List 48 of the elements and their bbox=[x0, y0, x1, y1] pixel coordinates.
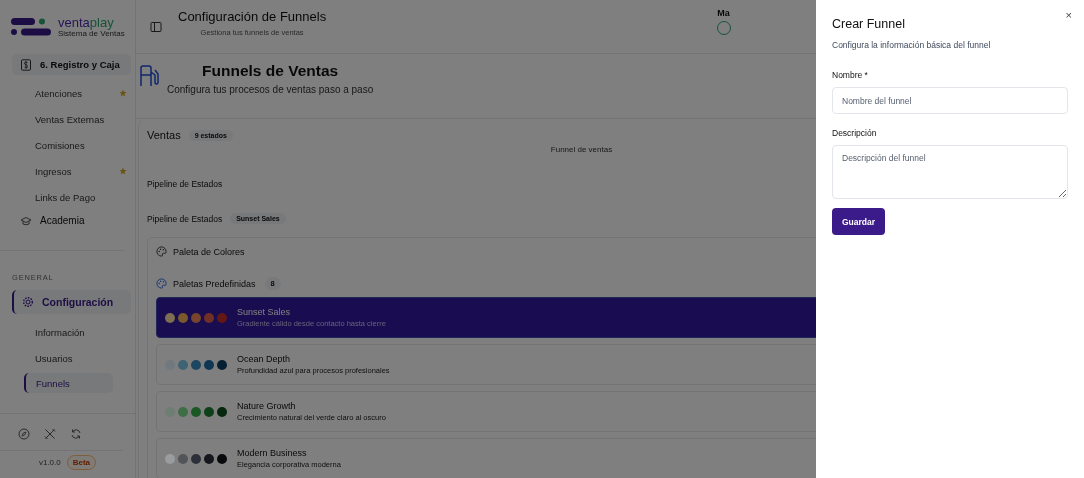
save-button[interactable]: Guardar bbox=[832, 208, 886, 235]
brand-tagline: Sistema de Ventas bbox=[58, 30, 125, 38]
panel-title: Paleta de Colores bbox=[173, 246, 245, 257]
version-label: v1.0.0 bbox=[38, 458, 61, 467]
page-title: Funnels de Ventas bbox=[202, 62, 339, 80]
settings-icon bbox=[22, 296, 34, 308]
nav-subitem[interactable]: Información bbox=[12, 319, 131, 345]
field-label: Descripción bbox=[832, 128, 877, 138]
refresh-icon[interactable] bbox=[70, 428, 82, 440]
nav-item[interactable]: Configuración bbox=[12, 290, 131, 314]
fuel-pump-icon bbox=[139, 65, 159, 87]
nav-subitem[interactable]: Comisiones bbox=[12, 132, 131, 158]
nav-subitem[interactable]: Links de Pago bbox=[12, 184, 131, 210]
user-name: Ma bbox=[717, 8, 731, 18]
palette-name: Nature Growth bbox=[237, 401, 297, 411]
drawer-title: Crear Funnel bbox=[832, 17, 905, 31]
palette-icon bbox=[156, 246, 167, 257]
graduation-cap-icon bbox=[20, 214, 32, 227]
nav-subitem[interactable]: Ventas Externas bbox=[12, 106, 131, 132]
tools-icon[interactable] bbox=[44, 428, 56, 440]
nav-subitem[interactable]: Atenciones bbox=[12, 80, 131, 106]
palette-icon bbox=[156, 278, 167, 289]
palette-name: Ocean Depth bbox=[237, 354, 292, 364]
pipeline-label: Pipeline de Estados bbox=[147, 179, 224, 189]
funnel-caption: Funnel de ventas bbox=[549, 145, 614, 154]
nav-subitem[interactable]: Usuarios bbox=[12, 345, 131, 371]
page-subtitle: Configura tus procesos de ventas paso a paso bbox=[167, 84, 374, 95]
compass-icon[interactable] bbox=[18, 428, 30, 440]
receipt-icon bbox=[20, 58, 32, 71]
brand-logo-icon bbox=[11, 16, 51, 38]
drawer-subtitle: Configura la información básica del funnel bbox=[832, 40, 991, 50]
nav-subitem[interactable]: Funnels bbox=[24, 373, 113, 393]
close-button[interactable]: × bbox=[1063, 9, 1074, 21]
nav-item[interactable]: Academia bbox=[12, 210, 131, 231]
name-field[interactable]: Nombre del funnel bbox=[832, 87, 1068, 114]
beta-badge: Beta bbox=[66, 455, 97, 470]
header-title: Configuración de Funnels bbox=[178, 8, 327, 24]
palette-name: Modern Business bbox=[237, 448, 308, 458]
palette-name: Sunset Sales bbox=[237, 307, 292, 317]
pipeline-label: Pipeline de Estados bbox=[147, 213, 223, 224]
description-field[interactable]: Descripción del funnel bbox=[832, 145, 1068, 199]
field-label: Nombre * bbox=[832, 70, 868, 80]
predefined-label: Paletas Predefinidas bbox=[173, 278, 256, 289]
sidebar-toggle-icon[interactable] bbox=[150, 20, 162, 33]
funnel-name: Ventas bbox=[147, 129, 181, 141]
nav-subitem[interactable]: Ingresos bbox=[12, 158, 131, 184]
brand-name: ventaplay bbox=[58, 16, 115, 29]
nav-item[interactable]: 6. Registro y Caja bbox=[12, 54, 131, 75]
